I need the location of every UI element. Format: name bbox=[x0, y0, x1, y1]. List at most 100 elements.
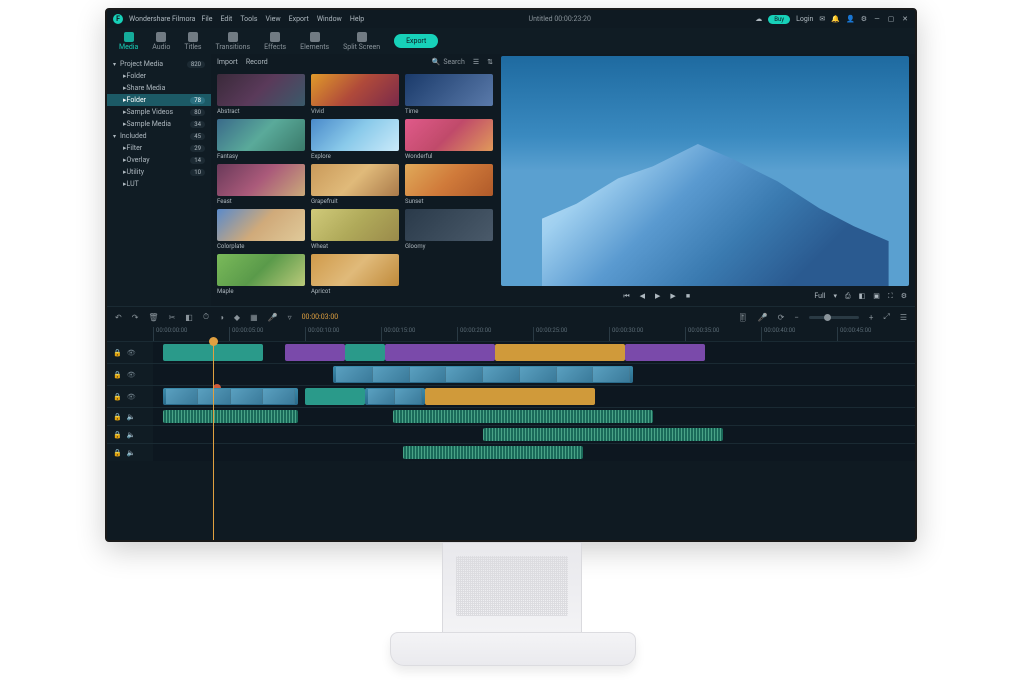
ratio-icon[interactable]: ▣ bbox=[873, 292, 880, 300]
clip[interactable] bbox=[425, 388, 595, 405]
zoom-in-icon[interactable]: + bbox=[869, 313, 874, 322]
clip[interactable] bbox=[305, 388, 365, 405]
clip[interactable] bbox=[625, 344, 705, 361]
lock-icon[interactable]: 🔒 bbox=[113, 349, 122, 357]
media-thumb[interactable]: Colorplate bbox=[217, 209, 305, 250]
step-fwd-button[interactable]: ▶ bbox=[670, 292, 675, 301]
lock-icon[interactable]: 🔒 bbox=[113, 431, 122, 439]
media-thumb[interactable]: Feast bbox=[217, 164, 305, 205]
tool-audio[interactable]: Audio bbox=[146, 30, 176, 53]
zoom-out-icon[interactable]: − bbox=[794, 313, 799, 322]
delete-icon[interactable]: 🗑 bbox=[148, 313, 158, 322]
tool-media[interactable]: Media bbox=[113, 30, 144, 53]
track-manage-icon[interactable]: ☰ bbox=[900, 313, 907, 322]
sidebar-item-share[interactable]: ▸ Share Media bbox=[107, 82, 211, 94]
eye-icon[interactable]: 👁 bbox=[127, 393, 136, 401]
step-back-button[interactable]: ◀ bbox=[640, 292, 645, 301]
sidebar-item-utility[interactable]: ▸ Utility10 bbox=[107, 166, 211, 178]
close-button[interactable]: ✕ bbox=[901, 15, 909, 23]
zoom-slider[interactable] bbox=[809, 316, 859, 319]
lock-icon[interactable]: 🔒 bbox=[113, 449, 122, 457]
media-search[interactable]: 🔍Search bbox=[432, 58, 465, 66]
lock-icon[interactable]: 🔒 bbox=[113, 393, 122, 401]
track-body[interactable] bbox=[153, 386, 915, 407]
eye-icon[interactable]: 👁 bbox=[127, 371, 136, 379]
prev-frame-button[interactable]: ⏮ bbox=[623, 292, 629, 301]
mic-icon[interactable]: 🎤 bbox=[758, 313, 768, 322]
sidebar-item-sample-media[interactable]: ▸ Sample Media34 bbox=[107, 118, 211, 130]
zoom-fit-icon[interactable]: ⤢ bbox=[883, 312, 889, 322]
snapshot-icon[interactable]: ⎙ bbox=[845, 292, 851, 301]
chevron-down-icon[interactable]: ▾ bbox=[833, 292, 837, 300]
lock-icon[interactable]: 🔒 bbox=[113, 413, 122, 421]
clip[interactable] bbox=[385, 344, 495, 361]
message-icon[interactable]: ✉ bbox=[819, 15, 825, 23]
preview-quality[interactable]: Full bbox=[814, 292, 825, 300]
track-body[interactable] bbox=[153, 364, 915, 385]
undo-icon[interactable]: ↶ bbox=[115, 313, 122, 322]
render-icon[interactable]: ⟳ bbox=[778, 313, 785, 322]
greenscreen-icon[interactable]: ▦ bbox=[250, 313, 258, 322]
media-thumb[interactable]: Apricot bbox=[311, 254, 399, 295]
playhead[interactable] bbox=[213, 341, 214, 540]
clip[interactable] bbox=[495, 344, 625, 361]
split-icon[interactable]: ✂ bbox=[169, 313, 176, 322]
marker-add-icon[interactable]: ▿ bbox=[288, 313, 292, 322]
sort-icon[interactable]: ⇅ bbox=[487, 58, 493, 66]
media-thumb[interactable]: Wonderful bbox=[405, 119, 493, 160]
media-tab-import[interactable]: Import bbox=[217, 58, 238, 66]
mute-icon[interactable]: 🔈 bbox=[127, 413, 136, 421]
sidebar-item-folder[interactable]: ▸ Folder bbox=[107, 70, 211, 82]
fullscreen-icon[interactable]: ⛶ bbox=[888, 292, 893, 301]
media-thumb[interactable]: Gloomy bbox=[405, 209, 493, 250]
settings-icon[interactable]: ⚙ bbox=[901, 292, 907, 300]
video-clip[interactable] bbox=[365, 388, 425, 405]
cloud-icon[interactable]: ☁ bbox=[755, 15, 762, 23]
tool-elements[interactable]: Elements bbox=[294, 30, 335, 53]
clip[interactable] bbox=[345, 344, 385, 361]
menu-file[interactable]: File bbox=[201, 15, 212, 23]
audio-clip[interactable] bbox=[163, 410, 298, 423]
stop-button[interactable]: ■ bbox=[686, 292, 690, 301]
media-thumb[interactable]: Sunset bbox=[405, 164, 493, 205]
menu-export[interactable]: Export bbox=[289, 15, 309, 23]
clip[interactable] bbox=[285, 344, 345, 361]
sidebar-section-included[interactable]: ▾Included45 bbox=[107, 130, 211, 142]
menu-view[interactable]: View bbox=[265, 15, 280, 23]
preview-canvas[interactable] bbox=[501, 56, 909, 286]
media-thumb[interactable]: Fantasy bbox=[217, 119, 305, 160]
eye-icon[interactable]: 👁 bbox=[127, 349, 136, 357]
sidebar-section-project[interactable]: ▾Project Media820 bbox=[107, 58, 211, 70]
tool-titles[interactable]: Titles bbox=[178, 30, 207, 53]
media-thumb[interactable]: Vivid bbox=[311, 74, 399, 115]
lock-icon[interactable]: 🔒 bbox=[113, 371, 122, 379]
audio-clip[interactable] bbox=[403, 446, 583, 459]
sidebar-item-filter[interactable]: ▸ Filter29 bbox=[107, 142, 211, 154]
media-thumb[interactable]: Abstract bbox=[217, 74, 305, 115]
notification-icon[interactable]: 🔔 bbox=[831, 15, 840, 23]
speed-icon[interactable]: ⏱ bbox=[203, 312, 209, 322]
marker-icon[interactable]: ◧ bbox=[859, 292, 866, 300]
media-thumb[interactable]: Maple bbox=[217, 254, 305, 295]
menu-edit[interactable]: Edit bbox=[220, 15, 232, 23]
color-icon[interactable]: ◑ bbox=[219, 313, 224, 322]
export-button[interactable]: Export bbox=[394, 34, 438, 48]
record-vo-icon[interactable]: 🎤 bbox=[268, 313, 278, 322]
settings-icon[interactable]: ⚙ bbox=[861, 15, 867, 23]
account-icon[interactable]: 👤 bbox=[846, 15, 855, 23]
sidebar-item-lut[interactable]: ▸ LUT bbox=[107, 178, 211, 190]
maximize-button[interactable]: ▢ bbox=[887, 15, 895, 23]
mute-icon[interactable]: 🔈 bbox=[127, 449, 136, 457]
mute-icon[interactable]: 🔈 bbox=[127, 431, 136, 439]
sidebar-item-overlay[interactable]: ▸ Overlay14 bbox=[107, 154, 211, 166]
media-tab-record[interactable]: Record bbox=[246, 58, 268, 66]
tool-transitions[interactable]: Transitions bbox=[210, 30, 257, 53]
play-button[interactable]: ▶ bbox=[655, 292, 660, 301]
tool-effects[interactable]: Effects bbox=[258, 30, 292, 53]
timeline-ruler[interactable]: 00:00:00:0000:00:05:0000:00:10:0000:00:1… bbox=[107, 327, 915, 341]
tool-splitscreen[interactable]: Split Screen bbox=[337, 30, 386, 53]
sidebar-item-folder-selected[interactable]: ▸ Folder78 bbox=[107, 94, 211, 106]
track-body[interactable] bbox=[153, 408, 915, 425]
redo-icon[interactable]: ↷ bbox=[132, 313, 139, 322]
crop-icon[interactable]: ◧ bbox=[185, 313, 193, 322]
